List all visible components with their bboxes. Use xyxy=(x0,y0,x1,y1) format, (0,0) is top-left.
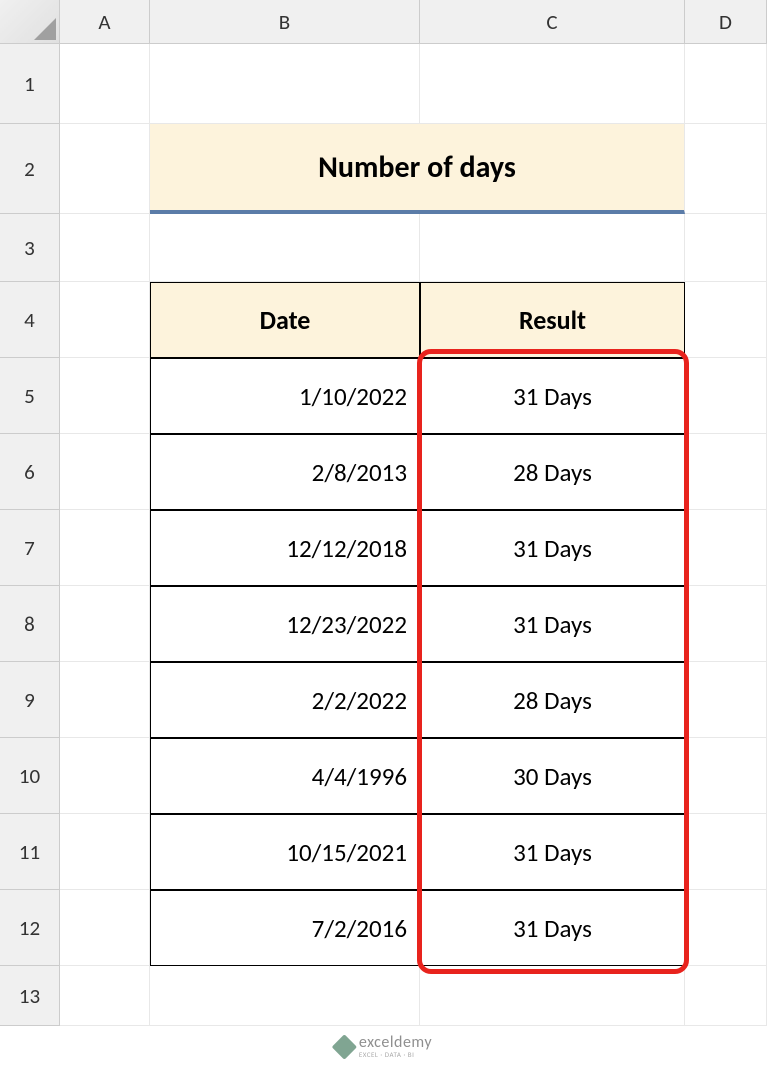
table-header-date[interactable]: Date xyxy=(150,282,420,358)
cell-a10[interactable] xyxy=(60,738,150,814)
result-cell[interactable]: 31 Days xyxy=(420,510,685,586)
row-header-9[interactable]: 9 xyxy=(0,662,60,738)
row-header-2[interactable]: 2 xyxy=(0,124,60,214)
cell-d5[interactable] xyxy=(685,358,767,434)
cell-b13[interactable] xyxy=(150,966,420,1026)
row-header-4[interactable]: 4 xyxy=(0,282,60,358)
cell-d9[interactable] xyxy=(685,662,767,738)
result-cell[interactable]: 28 Days xyxy=(420,434,685,510)
watermark: exceldemy EXCEL · DATA · BI xyxy=(335,1035,432,1058)
date-cell[interactable]: 7/2/2016 xyxy=(150,890,420,966)
cell-a9[interactable] xyxy=(60,662,150,738)
cell-a13[interactable] xyxy=(60,966,150,1026)
row-header-11[interactable]: 11 xyxy=(0,814,60,890)
table-header-result[interactable]: Result xyxy=(420,282,685,358)
result-cell[interactable]: 31 Days xyxy=(420,358,685,434)
date-cell[interactable]: 2/2/2022 xyxy=(150,662,420,738)
watermark-main: exceldemy xyxy=(359,1035,432,1051)
watermark-text: exceldemy EXCEL · DATA · BI xyxy=(359,1035,432,1058)
cell-a6[interactable] xyxy=(60,434,150,510)
row-header-3[interactable]: 3 xyxy=(0,214,60,282)
cell-d10[interactable] xyxy=(685,738,767,814)
select-all-corner[interactable] xyxy=(0,0,60,44)
cell-d13[interactable] xyxy=(685,966,767,1026)
cell-d3[interactable] xyxy=(685,214,767,282)
row-header-8[interactable]: 8 xyxy=(0,586,60,662)
result-cell[interactable]: 31 Days xyxy=(420,586,685,662)
date-cell[interactable]: 12/12/2018 xyxy=(150,510,420,586)
col-header-a[interactable]: A xyxy=(60,0,150,44)
date-cell[interactable]: 12/23/2022 xyxy=(150,586,420,662)
result-cell[interactable]: 31 Days xyxy=(420,814,685,890)
col-header-b[interactable]: B xyxy=(150,0,420,44)
row-header-7[interactable]: 7 xyxy=(0,510,60,586)
date-cell[interactable]: 2/8/2013 xyxy=(150,434,420,510)
result-cell[interactable]: 30 Days xyxy=(420,738,685,814)
row-header-13[interactable]: 13 xyxy=(0,966,60,1026)
cell-d1[interactable] xyxy=(685,44,767,124)
result-cell[interactable]: 31 Days xyxy=(420,890,685,966)
cell-d12[interactable] xyxy=(685,890,767,966)
row-header-1[interactable]: 1 xyxy=(0,44,60,124)
date-cell[interactable]: 10/15/2021 xyxy=(150,814,420,890)
cell-a2[interactable] xyxy=(60,124,150,214)
watermark-icon xyxy=(331,1034,356,1059)
cell-a4[interactable] xyxy=(60,282,150,358)
cell-a1[interactable] xyxy=(60,44,150,124)
spreadsheet-grid: A B C D 1 2 Number of days 3 4 Date Resu… xyxy=(0,0,767,1026)
cell-b1[interactable] xyxy=(150,44,420,124)
cell-b3[interactable] xyxy=(150,214,420,282)
title-cell[interactable]: Number of days xyxy=(150,124,685,214)
cell-a7[interactable] xyxy=(60,510,150,586)
row-header-12[interactable]: 12 xyxy=(0,890,60,966)
cell-d7[interactable] xyxy=(685,510,767,586)
row-header-6[interactable]: 6 xyxy=(0,434,60,510)
col-header-d[interactable]: D xyxy=(685,0,767,44)
row-header-5[interactable]: 5 xyxy=(0,358,60,434)
cell-c3[interactable] xyxy=(420,214,685,282)
date-cell[interactable]: 1/10/2022 xyxy=(150,358,420,434)
col-header-c[interactable]: C xyxy=(420,0,685,44)
cell-a11[interactable] xyxy=(60,814,150,890)
watermark-sub: EXCEL · DATA · BI xyxy=(359,1051,432,1058)
cell-a12[interactable] xyxy=(60,890,150,966)
cell-a3[interactable] xyxy=(60,214,150,282)
cell-c13[interactable] xyxy=(420,966,685,1026)
cell-a5[interactable] xyxy=(60,358,150,434)
cell-d4[interactable] xyxy=(685,282,767,358)
cell-d8[interactable] xyxy=(685,586,767,662)
result-cell[interactable]: 28 Days xyxy=(420,662,685,738)
cell-d11[interactable] xyxy=(685,814,767,890)
cell-d6[interactable] xyxy=(685,434,767,510)
row-header-10[interactable]: 10 xyxy=(0,738,60,814)
date-cell[interactable]: 4/4/1996 xyxy=(150,738,420,814)
cell-d2[interactable] xyxy=(685,124,767,214)
cell-c1[interactable] xyxy=(420,44,685,124)
cell-a8[interactable] xyxy=(60,586,150,662)
